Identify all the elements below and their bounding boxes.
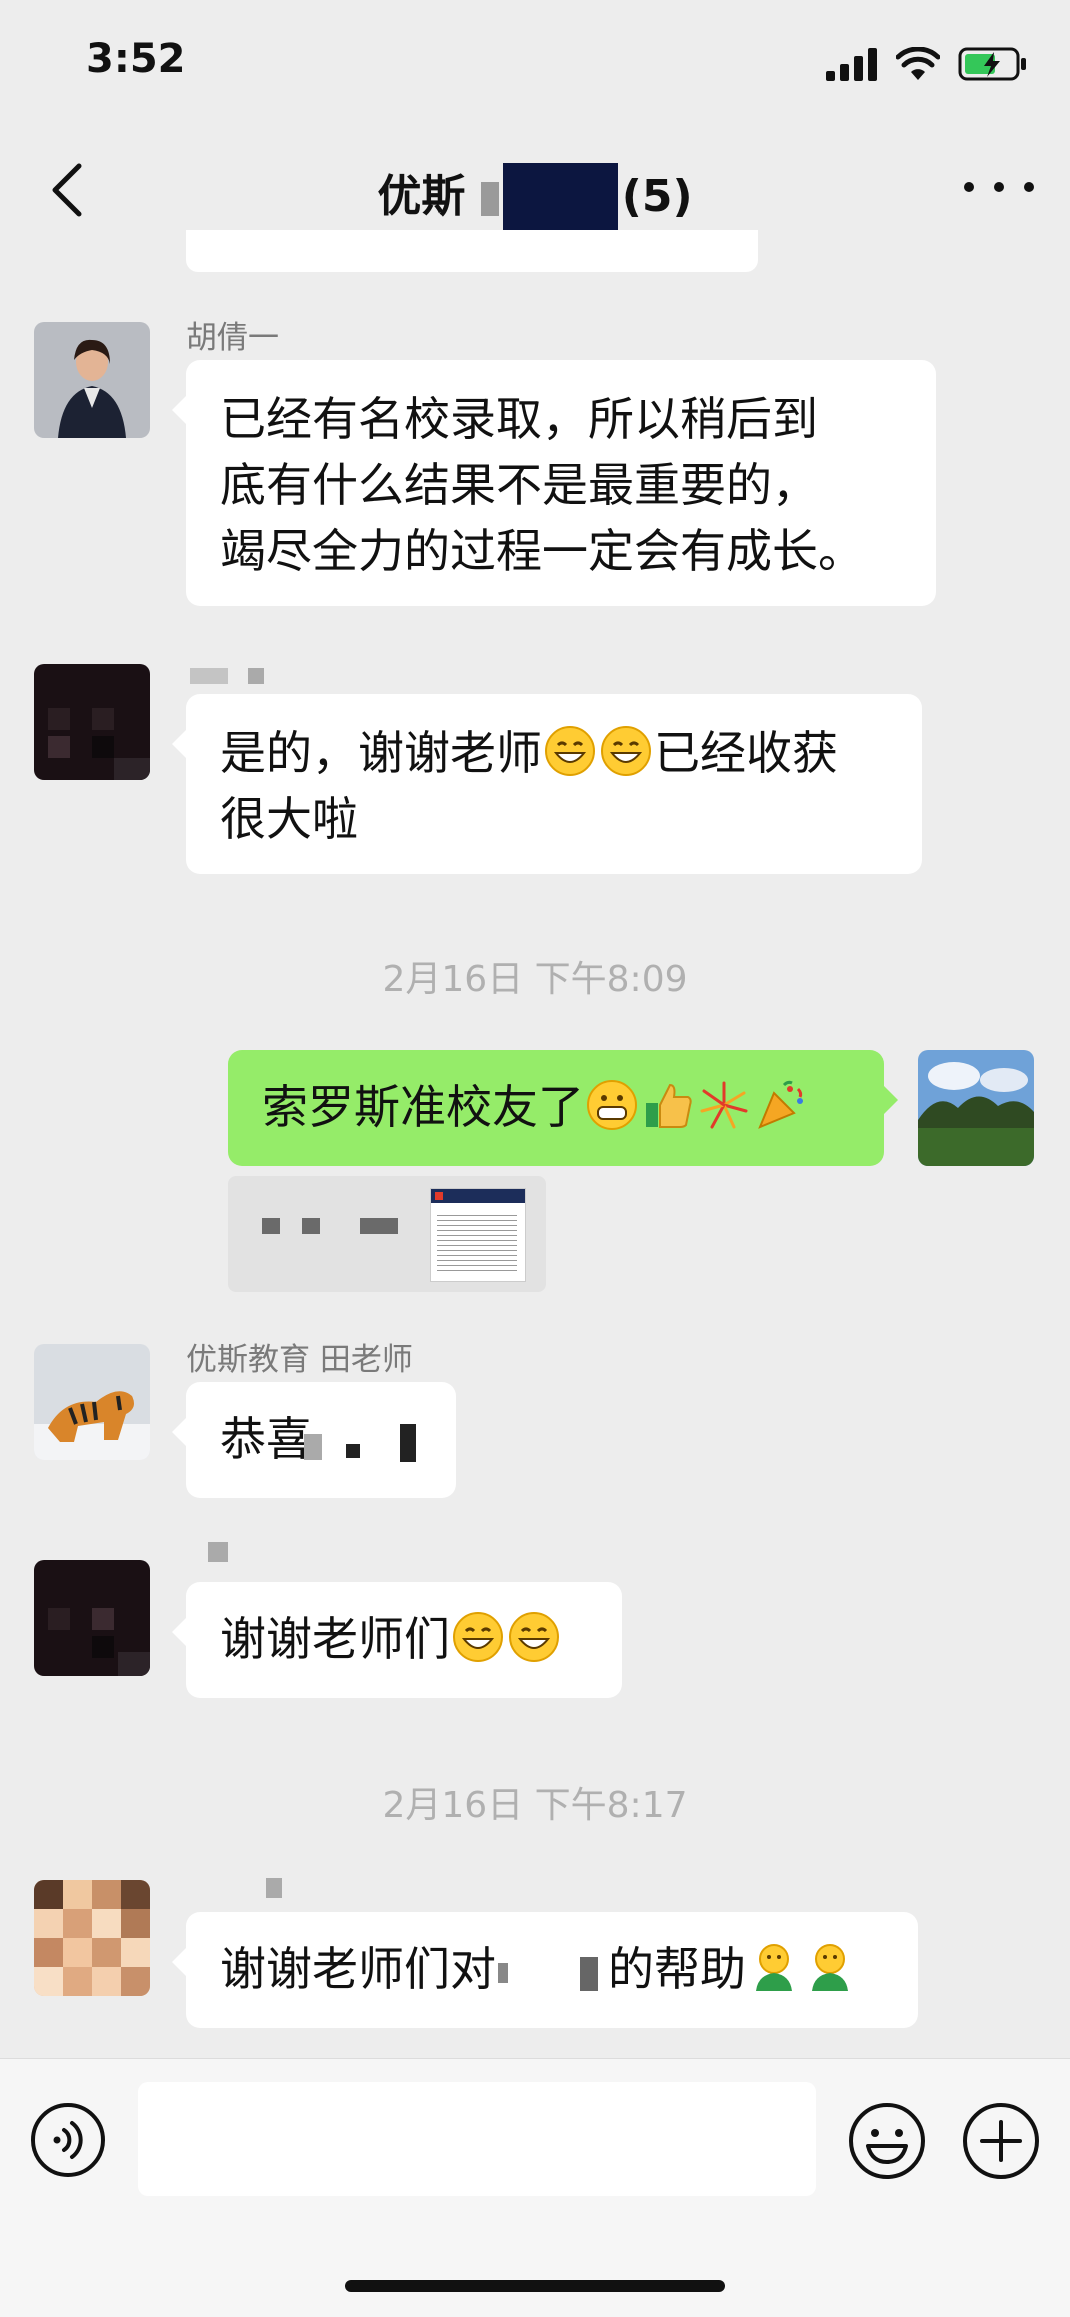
more-dots-icon[interactable] xyxy=(964,172,1034,202)
quote-redaction xyxy=(302,1218,320,1234)
plus-icon xyxy=(963,2103,1039,2179)
previous-message-bubble[interactable] xyxy=(186,230,758,272)
message-bubble[interactable]: 已经有名校录取，所以稍后到 底有什么结果不是最重要的， 竭尽全力的过程一定会有成… xyxy=(172,360,936,606)
quoted-message[interactable] xyxy=(228,1176,546,1292)
title-redaction xyxy=(502,163,618,235)
letter-logo xyxy=(435,1192,443,1200)
message-bubble-mine[interactable]: 索罗斯准校友了 xyxy=(228,1050,898,1166)
chat-title: 优斯 (5) xyxy=(0,160,1070,235)
message-bubble[interactable]: 恭喜 xyxy=(172,1382,456,1498)
message-bubble[interactable]: 谢谢老师们对 的帮助 xyxy=(172,1912,918,2028)
message-line: 很大啦 xyxy=(220,792,358,846)
time-separator: 2月16日 下午8:09 xyxy=(382,959,688,1000)
battery-icon xyxy=(958,47,1026,81)
message-text: 谢谢老师们对 xyxy=(220,1942,496,1996)
sender-name: 优斯教育 田老师 xyxy=(186,1342,413,1378)
grin-emoji-icon xyxy=(601,726,651,776)
message-text: 索罗斯准校友了 xyxy=(262,1080,584,1134)
letter-header xyxy=(431,1189,525,1203)
sender-redaction xyxy=(190,668,228,684)
message-text: 谢谢老师们 xyxy=(220,1612,450,1666)
title-redaction-gray xyxy=(480,182,499,216)
message-text: 是的，谢谢老师 xyxy=(220,726,542,780)
message-line: 底有什么结果不是最重要的， xyxy=(220,458,818,512)
message-bubble[interactable]: 谢谢老师们 xyxy=(172,1582,622,1698)
message-line: 竭尽全力的过程一定会有成长。 xyxy=(220,524,864,578)
avatar-blurred[interactable] xyxy=(34,1560,150,1676)
status-time: 3:52 xyxy=(86,36,186,82)
voice-button[interactable] xyxy=(30,2102,106,2178)
avatar-blurred[interactable] xyxy=(34,664,150,780)
wifi-icon xyxy=(896,47,940,80)
message-bubble[interactable]: 是的，谢谢老师 已经收获 很大啦 xyxy=(172,694,922,874)
grin-emoji-icon xyxy=(587,1080,637,1130)
message-text: 恭喜 xyxy=(220,1412,312,1466)
voice-icon xyxy=(31,2103,105,2177)
message-text: 的帮助 xyxy=(608,1942,746,1996)
signal-icon xyxy=(826,48,877,81)
grin-emoji-icon xyxy=(545,726,595,776)
sender-redaction xyxy=(248,668,264,684)
message-line: 已经有名校录取，所以稍后到 xyxy=(220,392,818,446)
message-text: 已经收获 xyxy=(654,726,838,780)
smiley-icon xyxy=(849,2103,925,2179)
letter-text-lines xyxy=(437,1211,517,1271)
plus-button[interactable] xyxy=(962,2102,1040,2180)
emoji-button[interactable] xyxy=(848,2102,926,2180)
hug-emoji-icon xyxy=(756,1944,792,1991)
chat-title-prefix: 优斯 xyxy=(377,171,466,222)
quote-redaction xyxy=(262,1218,280,1234)
thumbs-up-emoji-icon xyxy=(646,1083,692,1128)
grin-emoji-icon xyxy=(453,1612,503,1662)
sender-name: 胡倩一 xyxy=(186,320,279,356)
quote-redaction xyxy=(360,1218,398,1234)
message-redaction xyxy=(496,1953,608,1993)
party-popper-emoji-icon xyxy=(758,1080,803,1129)
avatar-me[interactable] xyxy=(918,1050,1034,1166)
chat-member-count: (5) xyxy=(621,171,693,222)
message-line: 是的，谢谢老师 已经收获 xyxy=(220,720,888,786)
avatar-hu-qianyi[interactable] xyxy=(34,322,150,438)
letter-thumbnail[interactable] xyxy=(430,1188,526,1282)
avatar-tiger[interactable] xyxy=(34,1344,150,1460)
message-redaction xyxy=(400,1424,416,1462)
message-redaction xyxy=(304,1434,322,1460)
home-indicator xyxy=(345,2280,725,2292)
grin-emoji-icon xyxy=(509,1612,559,1662)
message-input[interactable] xyxy=(138,2082,816,2196)
time-separator: 2月16日 下午8:17 xyxy=(382,1785,688,1826)
status-icons xyxy=(826,44,1028,84)
avatar-pixelated[interactable] xyxy=(34,1880,150,1996)
sender-redaction xyxy=(266,1878,282,1898)
sender-redaction xyxy=(208,1542,228,1562)
message-redaction xyxy=(346,1444,360,1458)
hug-emoji-icon xyxy=(812,1944,848,1991)
fireworks-emoji-icon xyxy=(700,1081,748,1129)
